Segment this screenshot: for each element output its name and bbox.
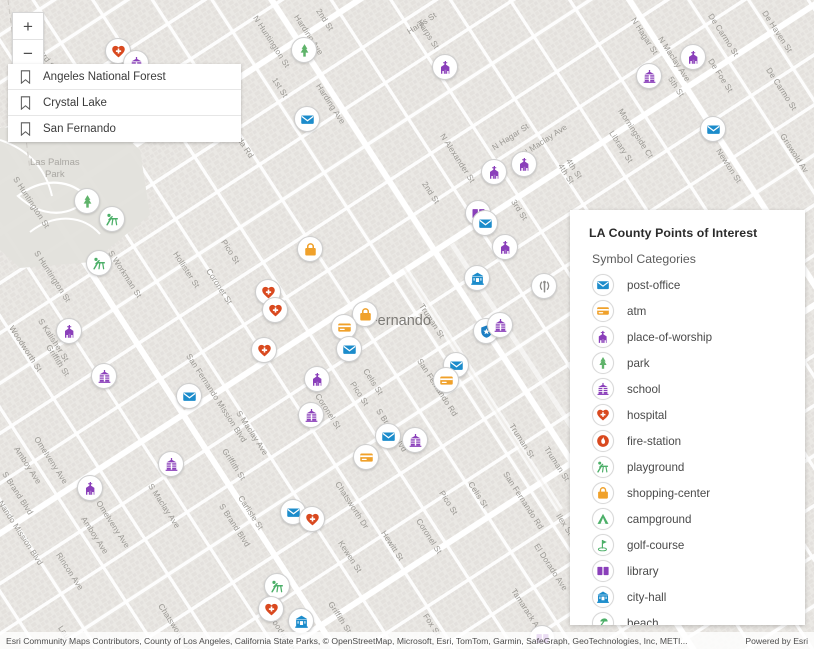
bookmark-item[interactable]: Angeles National Forest (8, 64, 241, 90)
map-marker-cell-tower[interactable] (531, 273, 557, 299)
park-icon (592, 352, 614, 374)
playground-icon (592, 456, 614, 478)
school-icon (592, 378, 614, 400)
legend-item-list: post-office atm place-of-worship park school… (570, 270, 805, 625)
fire-station-icon (592, 430, 614, 452)
map-marker-city-hall[interactable] (288, 608, 314, 634)
legend-item-label: shopping-center (627, 486, 711, 500)
legend-item: campground (570, 506, 805, 532)
legend-item-label: place-of-worship (627, 330, 713, 344)
map-application: Hubbard StN Huntington St1st St2nd StHar… (0, 0, 814, 649)
map-marker-place-of-worship[interactable] (56, 318, 82, 344)
legend-item: park (570, 350, 805, 376)
legend-item: shopping-center (570, 480, 805, 506)
map-marker-place-of-worship[interactable] (481, 159, 507, 185)
bookmark-icon (20, 122, 32, 137)
bookmark-item[interactable]: San Fernando (8, 116, 241, 142)
map-marker-hospital[interactable] (299, 506, 325, 532)
post-office-icon (592, 274, 614, 296)
map-marker-post-office[interactable] (336, 336, 362, 362)
map-marker-hospital[interactable] (251, 337, 277, 363)
map-marker-shopping-center[interactable] (297, 236, 323, 262)
bookmark-label: San Fernando (43, 123, 116, 135)
legend-item-label: golf-course (627, 538, 685, 552)
legend-panel: LA County Points of Interest Symbol Cate… (570, 210, 805, 625)
map-marker-city-hall[interactable] (464, 265, 490, 291)
place-of-worship-icon (592, 326, 614, 348)
map-marker-park[interactable] (74, 188, 100, 214)
legend-item-label: playground (627, 460, 685, 474)
map-marker-post-office[interactable] (176, 383, 202, 409)
map-marker-place-of-worship[interactable] (77, 475, 103, 501)
zoom-control: + − (12, 12, 44, 68)
legend-title: LA County Points of Interest (589, 226, 758, 240)
map-marker-place-of-worship[interactable] (511, 151, 537, 177)
map-marker-playground[interactable] (86, 250, 112, 276)
map-marker-place-of-worship[interactable] (680, 44, 706, 70)
legend-item-label: school (627, 382, 661, 396)
legend-item: fire-station (570, 428, 805, 454)
bookmark-icon (20, 95, 32, 110)
legend-item: city-hall (570, 584, 805, 610)
legend-item: beach (570, 610, 805, 625)
map-marker-school[interactable] (636, 63, 662, 89)
map-marker-park[interactable] (291, 37, 317, 63)
legend-item: library (570, 558, 805, 584)
bookmark-item[interactable]: Crystal Lake (8, 90, 241, 116)
legend-item: post-office (570, 272, 805, 298)
map-marker-place-of-worship[interactable] (304, 366, 330, 392)
bookmark-icon (20, 69, 32, 84)
map-marker-place-of-worship[interactable] (492, 234, 518, 260)
zoom-out-button[interactable]: − (13, 40, 43, 67)
legend-item: school (570, 376, 805, 402)
beach-icon (592, 612, 614, 625)
legend-item-label: library (627, 564, 659, 578)
legend-item-label: city-hall (627, 590, 667, 604)
bookmark-list: Angeles National Forest Crystal Lake San F… (8, 64, 241, 142)
map-marker-school[interactable] (487, 312, 513, 338)
attribution-text: Esri Community Maps Contributors, County… (6, 635, 688, 646)
map-marker-place-of-worship[interactable] (432, 54, 458, 80)
bookmark-label: Crystal Lake (43, 96, 107, 109)
legend-subtitle: Symbol Categories (592, 252, 696, 266)
map-marker-post-office[interactable] (294, 106, 320, 132)
legend-item-label: fire-station (627, 434, 682, 448)
map-marker-school[interactable] (158, 451, 184, 477)
map-marker-hospital[interactable] (262, 297, 288, 323)
map-marker-atm[interactable] (433, 367, 459, 393)
legend-item-label: hospital (627, 408, 667, 422)
legend-item: atm (570, 298, 805, 324)
legend-item-label: atm (627, 304, 647, 318)
map-marker-hospital[interactable] (258, 596, 284, 622)
map-marker-playground[interactable] (99, 206, 125, 232)
map-marker-post-office[interactable] (472, 210, 498, 236)
atm-icon (592, 300, 614, 322)
powered-by-esri[interactable]: Powered by Esri (737, 636, 808, 646)
map-marker-atm[interactable] (353, 444, 379, 470)
legend-item-label: beach (627, 616, 659, 626)
city-hall-icon (592, 586, 614, 608)
legend-item-label: park (627, 356, 650, 370)
map-marker-school[interactable] (91, 363, 117, 389)
legend-item-label: campground (627, 512, 692, 526)
library-icon (592, 560, 614, 582)
map-marker-playground[interactable] (264, 573, 290, 599)
attribution-bar: Esri Community Maps Contributors, County… (0, 632, 814, 649)
map-marker-school[interactable] (402, 427, 428, 453)
legend-item: playground (570, 454, 805, 480)
bookmark-label: Angeles National Forest (43, 70, 166, 83)
map-marker-post-office[interactable] (700, 116, 726, 142)
map-marker-school[interactable] (298, 402, 324, 428)
hospital-icon (592, 404, 614, 426)
legend-item-label: post-office (627, 278, 681, 292)
legend-item: golf-course (570, 532, 805, 558)
zoom-in-button[interactable]: + (13, 13, 43, 40)
golf-course-icon (592, 534, 614, 556)
legend-item: hospital (570, 402, 805, 428)
shopping-center-icon (592, 482, 614, 504)
map-marker-post-office[interactable] (375, 423, 401, 449)
legend-item: place-of-worship (570, 324, 805, 350)
campground-icon (592, 508, 614, 530)
